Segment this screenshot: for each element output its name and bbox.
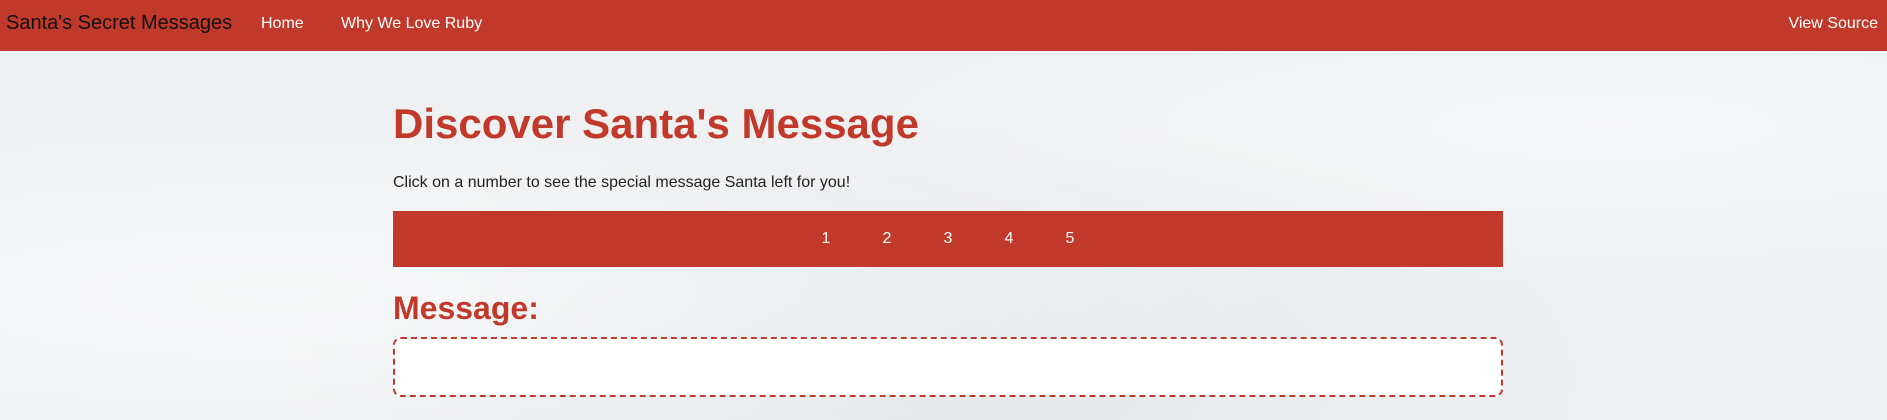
number-selector-bar: 1 2 3 4 5 bbox=[393, 211, 1503, 267]
nav-link-why-ruby[interactable]: Why We Love Ruby bbox=[341, 0, 482, 51]
top-navbar: Santa's Secret Messages Home Why We Love… bbox=[0, 0, 1887, 51]
number-button-3[interactable]: 3 bbox=[918, 229, 979, 249]
intro-text: Click on a number to see the special mes… bbox=[393, 174, 851, 191]
number-button-2[interactable]: 2 bbox=[857, 229, 918, 249]
page-title: Discover Santa's Message bbox=[393, 100, 919, 147]
number-button-1[interactable]: 1 bbox=[796, 229, 857, 249]
message-box bbox=[393, 337, 1503, 397]
nav-link-view-source[interactable]: View Source bbox=[1788, 0, 1878, 51]
number-button-4[interactable]: 4 bbox=[979, 229, 1040, 249]
number-button-5[interactable]: 5 bbox=[1040, 229, 1101, 249]
brand-title[interactable]: Santa's Secret Messages bbox=[6, 0, 232, 51]
nav-link-home[interactable]: Home bbox=[261, 0, 304, 51]
message-heading: Message: bbox=[393, 290, 539, 326]
